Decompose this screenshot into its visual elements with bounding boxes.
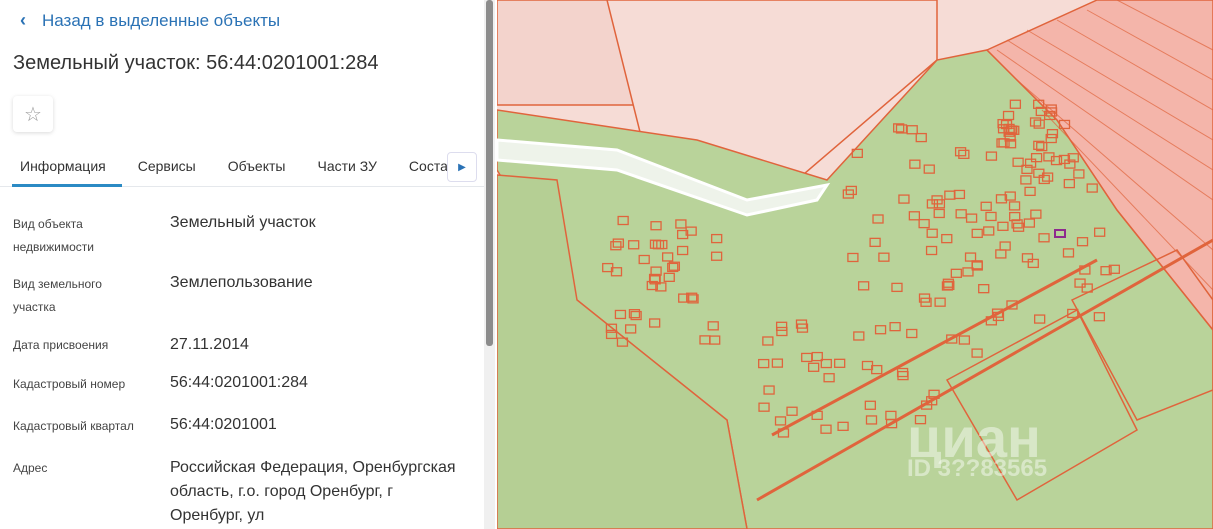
favorite-button[interactable]: ☆ (13, 96, 53, 132)
field-label: Адрес (13, 461, 48, 475)
chevron-left-icon: ‹ (20, 10, 26, 30)
tab-objects[interactable]: Объекты (212, 148, 302, 187)
tab-services[interactable]: Сервисы (122, 148, 212, 187)
field-label: Вид земельного участка (13, 277, 102, 314)
tab-bar: Информация Сервисы Объекты Части ЗУ Сост… (0, 148, 484, 187)
star-outline-icon: ☆ (24, 103, 42, 126)
field-value: 56:44:0201001 (170, 416, 277, 433)
cadastral-map[interactable]: циан ID 3??83565 (497, 0, 1213, 529)
field-label: Дата присвоения (13, 338, 109, 352)
field-label: Кадастровый квартал (13, 419, 134, 433)
field-value: Землепользование (170, 274, 313, 291)
map-canvas (497, 0, 1213, 529)
object-info-panel: ‹ Назад в выделенные объекты Земельный уч… (0, 0, 497, 529)
scrollbar[interactable] (484, 0, 495, 529)
tabs-next-button[interactable]: ▶ (447, 152, 477, 182)
back-label: Назад в выделенные объекты (42, 10, 281, 30)
field-value: Российская Федерация, Оренбургская облас… (170, 459, 456, 524)
watermark-id: ID 3??83565 (907, 455, 1048, 482)
field-value: 56:44:0201001:284 (170, 374, 308, 391)
field-label: Кадастровый номер (13, 377, 126, 391)
field-label: Вид объекта недвижимости (13, 217, 94, 254)
scrollbar-thumb[interactable] (486, 0, 493, 346)
tab-parts[interactable]: Части ЗУ (301, 148, 392, 187)
field-value: 27.11.2014 (170, 336, 249, 353)
page-title: Земельный участок: 56:44:0201001:284 (13, 52, 379, 74)
triangle-right-icon: ▶ (458, 161, 466, 173)
field-value: Земельный участок (170, 214, 316, 231)
tab-information[interactable]: Информация (12, 148, 122, 187)
back-link[interactable]: ‹ Назад в выделенные объекты (20, 10, 280, 31)
